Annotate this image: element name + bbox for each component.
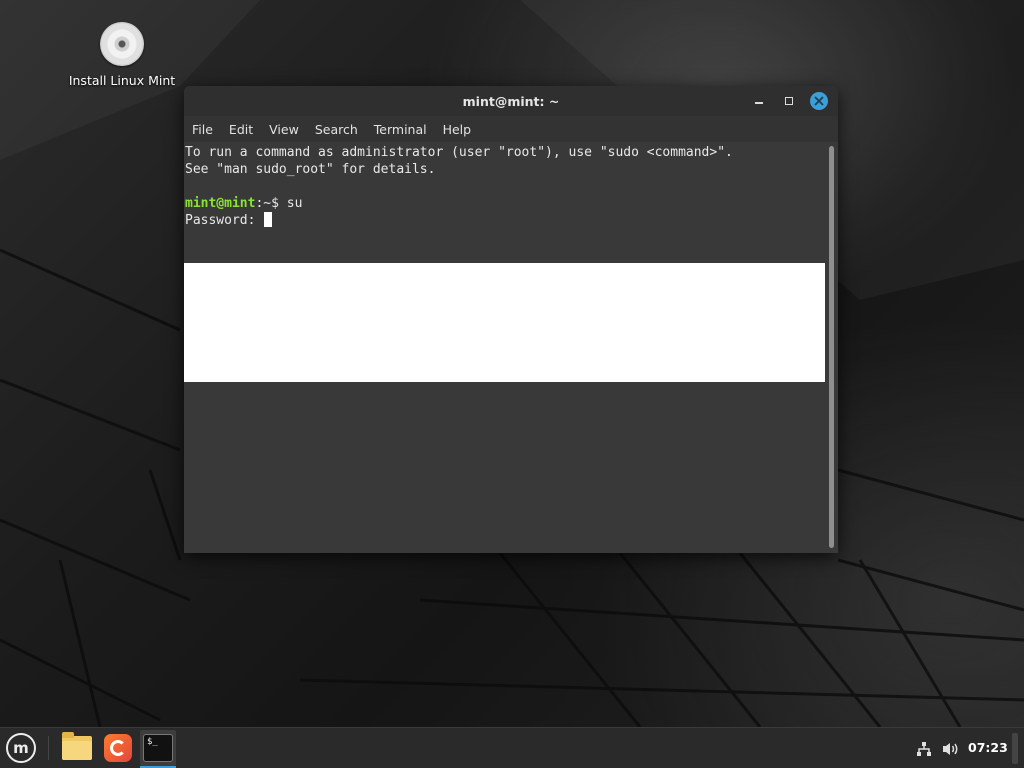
menu-view[interactable]: View xyxy=(269,122,299,137)
terminal-launcher[interactable]: $_ xyxy=(140,730,176,766)
terminal-prompt-line: mint@mint:~$ su xyxy=(185,195,302,212)
terminal-output-line: See "man sudo_root" for details. xyxy=(185,162,436,177)
menu-edit[interactable]: Edit xyxy=(229,122,253,137)
minimize-icon xyxy=(755,102,763,104)
terminal-window[interactable]: mint@mint: ~ File Edit View Search Termi… xyxy=(184,86,838,553)
scrollbar[interactable] xyxy=(829,146,834,548)
menu-help[interactable]: Help xyxy=(443,122,472,137)
show-desktop-button[interactable] xyxy=(1012,733,1018,764)
terminal-area[interactable]: To run a command as administrator (user … xyxy=(184,142,838,553)
start-menu-button[interactable]: m xyxy=(4,731,38,765)
network-icon xyxy=(917,741,931,756)
cd-disc-icon xyxy=(100,22,144,66)
prompt-user: mint@mint xyxy=(185,196,256,211)
prompt-path: :~$ xyxy=(255,196,287,211)
firefox-icon xyxy=(104,734,132,762)
menu-terminal[interactable]: Terminal xyxy=(374,122,427,137)
desktop-icon-install-linux-mint[interactable]: Install Linux Mint xyxy=(62,22,182,88)
typed-command: su xyxy=(286,196,303,211)
minimize-button[interactable] xyxy=(750,92,768,110)
blank-region xyxy=(184,263,825,382)
network-tray-button[interactable] xyxy=(916,728,932,768)
password-prompt-line: Password: xyxy=(185,212,273,229)
volume-icon xyxy=(943,742,958,755)
menu-bar: File Edit View Search Terminal Help xyxy=(184,116,838,142)
clock[interactable]: 07:23 xyxy=(968,740,1008,755)
close-button[interactable] xyxy=(810,92,828,110)
text-cursor xyxy=(264,212,273,227)
window-title: mint@mint: ~ xyxy=(462,93,560,109)
file-manager-launcher[interactable] xyxy=(60,731,94,765)
menu-search[interactable]: Search xyxy=(315,122,358,137)
window-titlebar[interactable]: mint@mint: ~ xyxy=(184,86,838,116)
terminal-icon: $_ xyxy=(143,734,173,762)
volume-tray-button[interactable] xyxy=(942,728,960,768)
taskbar-separator xyxy=(48,736,49,760)
password-prompt: Password: xyxy=(185,213,264,228)
maximize-icon xyxy=(785,97,793,105)
terminal-output-line: To run a command as administrator (user … xyxy=(185,145,733,160)
close-icon xyxy=(814,96,824,106)
folder-icon xyxy=(62,732,92,760)
menu-file[interactable]: File xyxy=(192,122,213,137)
taskbar: m $_ 07:23 xyxy=(0,727,1024,768)
mint-logo-icon: m xyxy=(6,733,36,763)
maximize-button[interactable] xyxy=(780,92,798,110)
desktop-icon-label: Install Linux Mint xyxy=(68,73,176,88)
firefox-launcher[interactable] xyxy=(101,731,135,765)
